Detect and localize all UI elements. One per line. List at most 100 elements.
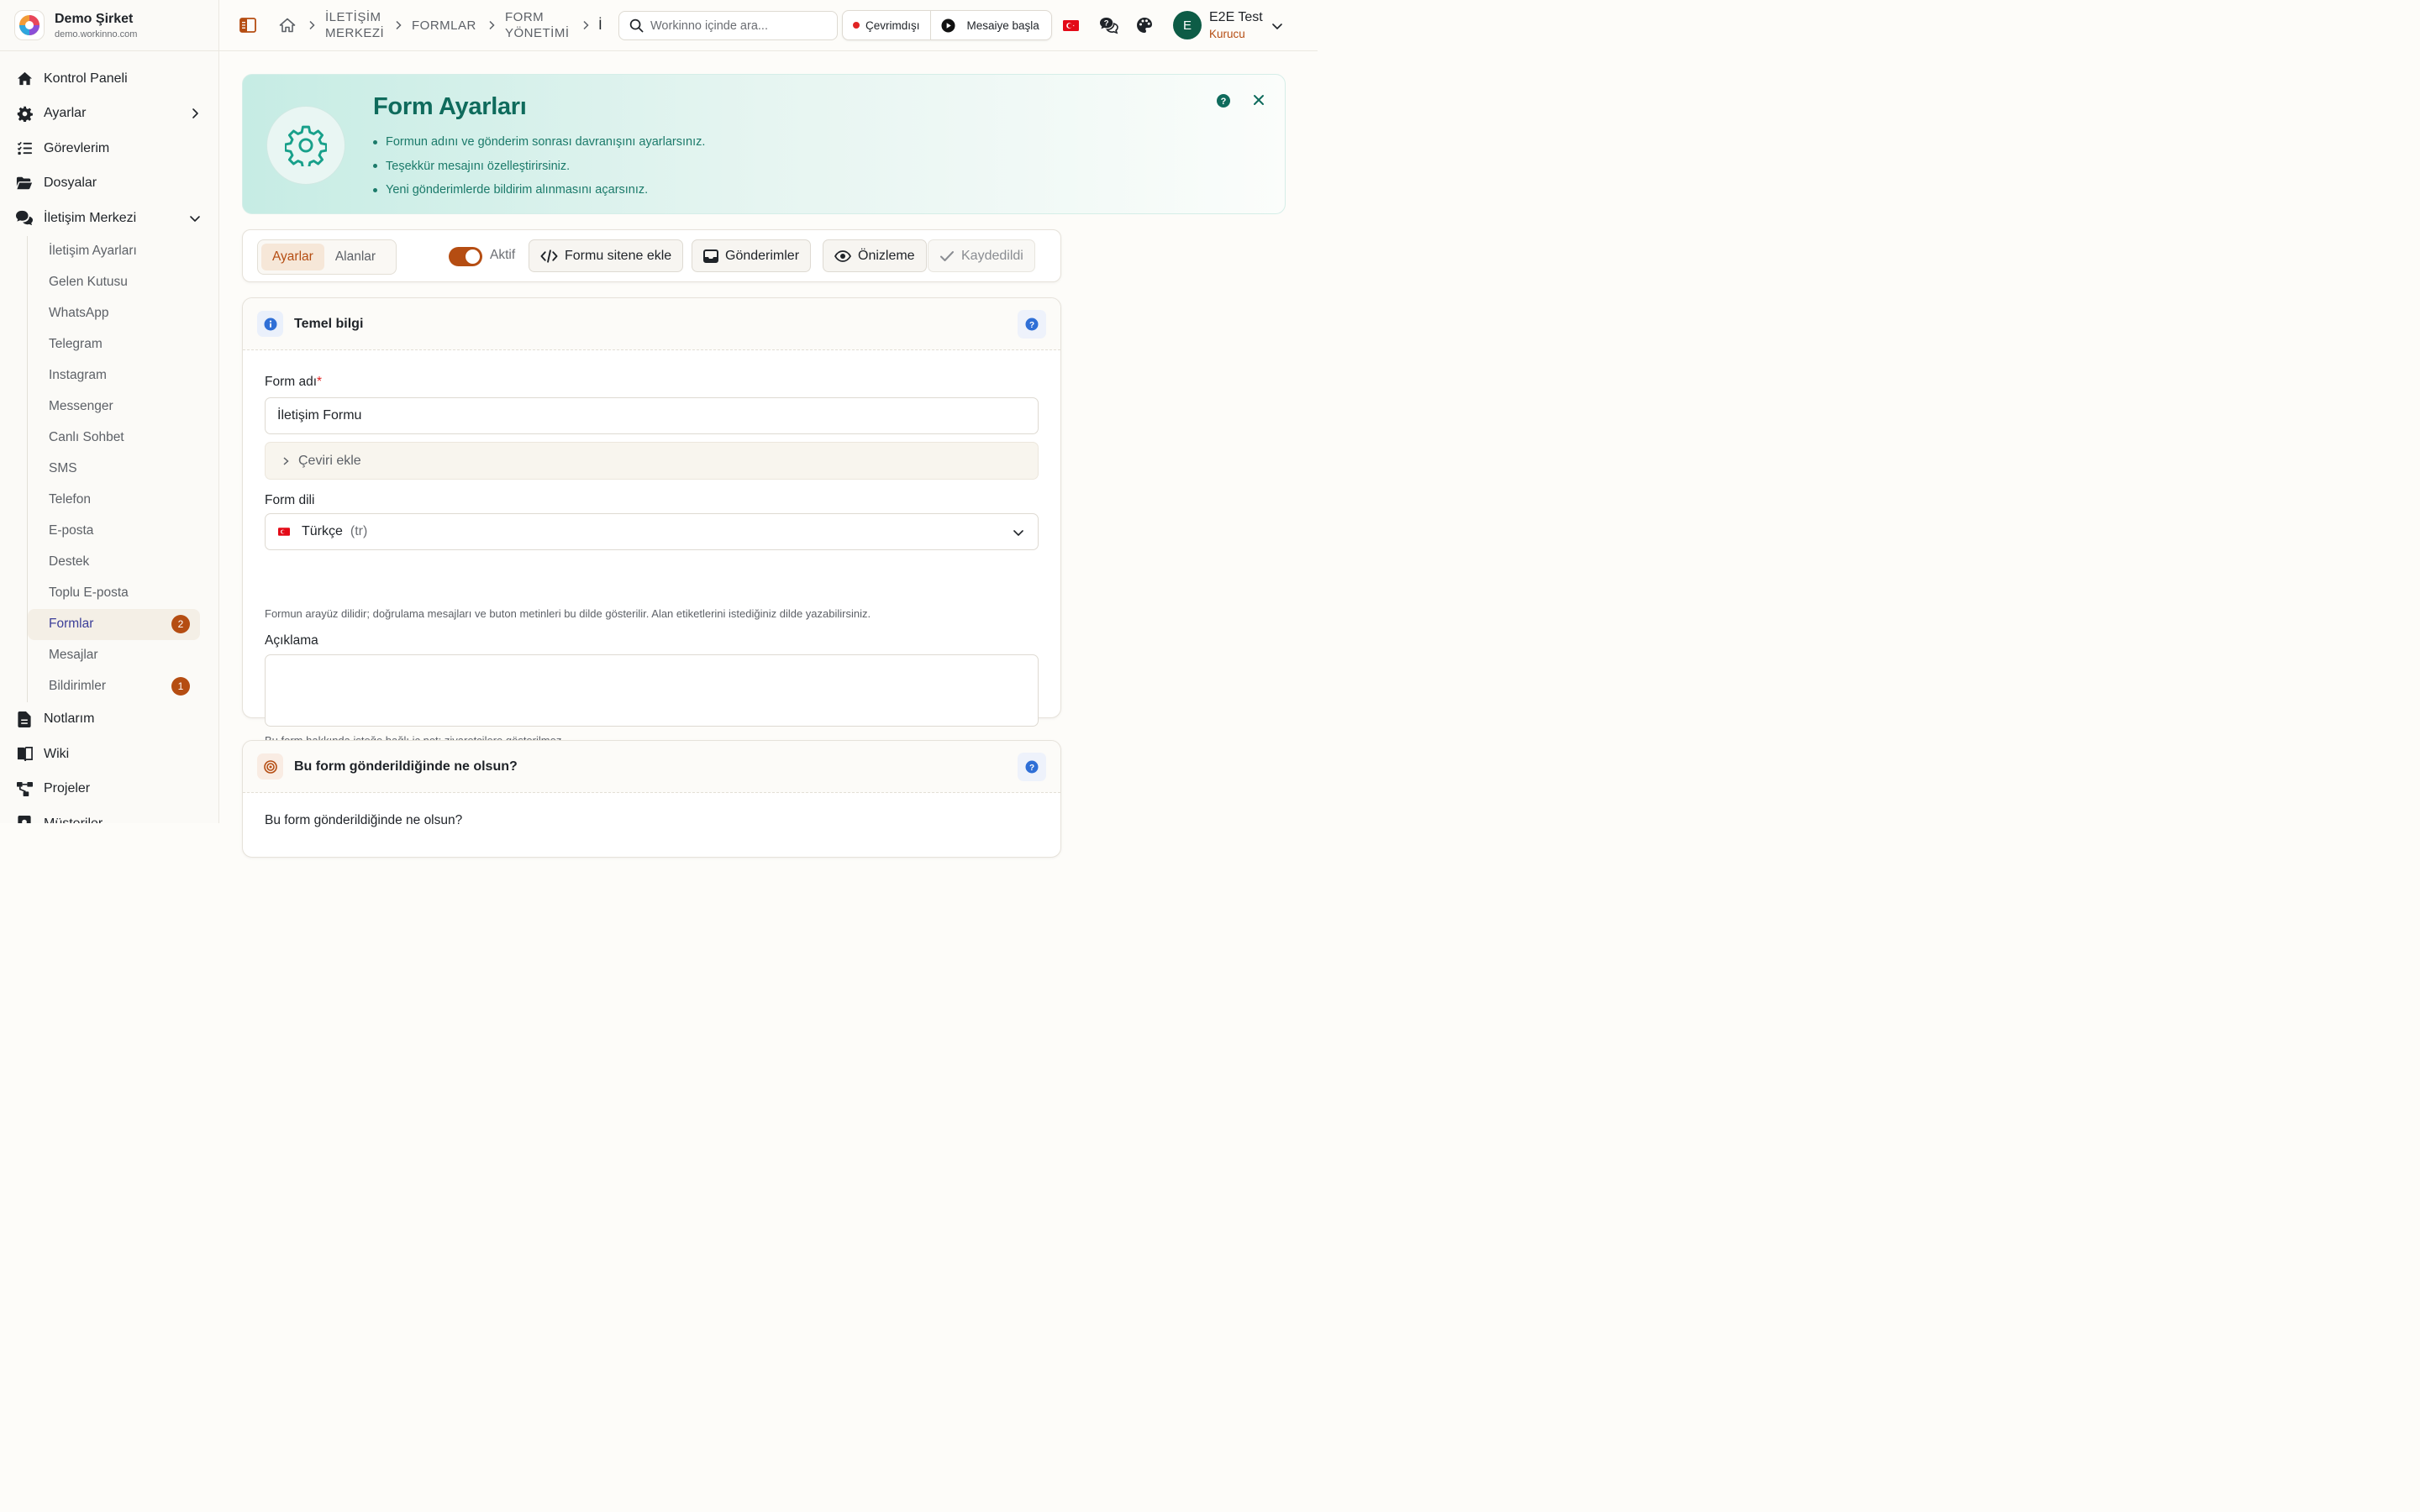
subnav-item-messenger[interactable]: Messenger xyxy=(28,391,200,423)
subnav-item-communication-settings[interactable]: İletişim Ayarları xyxy=(28,236,200,267)
close-icon[interactable] xyxy=(1249,91,1268,109)
subnav-item-email[interactable]: E-posta xyxy=(28,516,200,547)
after-submit-title: Bu form gönderildiğinde ne olsun? xyxy=(294,759,518,774)
sidebar-item-projects[interactable]: Projeler xyxy=(0,772,218,807)
contacts-icon xyxy=(15,815,34,823)
subnav-item-label: Gelen Kutusu xyxy=(49,275,128,289)
sidebar: Demo Şirket demo.workinno.com Kontrol Pa… xyxy=(0,0,219,823)
sidebar-item-tasks[interactable]: Görevlerim xyxy=(0,131,218,166)
form-active-toggle[interactable] xyxy=(449,247,482,266)
form-name-input[interactable]: İletişim Formu xyxy=(265,397,1039,434)
subnav-item-live-chat[interactable]: Canlı Sohbet xyxy=(28,423,200,454)
after-submit-header[interactable]: Bu form gönderildiğinde ne olsun? ? xyxy=(243,741,1060,793)
tab-settings[interactable]: Ayarlar xyxy=(261,244,324,270)
add-translation-label: Çeviri ekle xyxy=(298,453,361,468)
code-icon xyxy=(540,249,558,263)
add-translation-toggle[interactable]: Çeviri ekle xyxy=(265,442,1039,480)
subnav-item-messages[interactable]: Mesajlar xyxy=(28,640,200,671)
basic-info-help-icon[interactable]: ? xyxy=(1018,309,1046,339)
subnav-item-label: Formlar xyxy=(49,617,94,631)
submissions-button[interactable]: Gönderimler xyxy=(692,239,812,272)
preview-button[interactable]: Önizleme xyxy=(823,239,927,272)
subnav-item-bulk-email[interactable]: Toplu E-posta xyxy=(28,578,200,609)
folder-open-icon xyxy=(15,174,34,192)
home-icon xyxy=(15,70,34,88)
sidebar-item-label: Wiki xyxy=(44,746,70,761)
task-list-icon xyxy=(15,139,34,158)
subnav-item-whatsapp[interactable]: WhatsApp xyxy=(28,298,200,329)
subnav-item-notifications[interactable]: Bildirimler 1 xyxy=(28,671,200,702)
subnav-item-support[interactable]: Destek xyxy=(28,547,200,578)
presence-status-button[interactable]: Çevrimdışı xyxy=(843,11,930,39)
breadcrumb-communication-center[interactable]: İLETİŞİM MERKEZİ xyxy=(325,9,384,41)
description-label: Açıklama xyxy=(265,633,318,648)
gear-outline-icon xyxy=(285,124,327,166)
form-tabs: Ayarlar Alanlar xyxy=(257,239,397,275)
search-input[interactable] xyxy=(650,18,818,33)
note-document-icon xyxy=(15,710,34,728)
form-language-code: (tr) xyxy=(350,524,368,538)
sidebar-item-files[interactable]: Dosyalar xyxy=(0,166,218,202)
sidebar-item-wiki[interactable]: Wiki xyxy=(0,737,218,772)
subnav-item-forms[interactable]: Formlar 2 xyxy=(28,608,200,640)
offline-dot-icon xyxy=(853,22,860,29)
hero-bullet: Teşekkür mesajını özelleştirirsiniz. xyxy=(373,155,705,179)
subnav-item-label: Messenger xyxy=(49,399,113,413)
main-content: Form Ayarları Formun adını ve gönderim s… xyxy=(219,51,1318,858)
form-language-select[interactable]: Türkçe (tr) xyxy=(265,513,1039,550)
subnav-item-label: Instagram xyxy=(49,368,107,382)
subnav-item-label: Bildirimler xyxy=(49,679,107,693)
sidebar-item-customers[interactable]: Müşteriler xyxy=(0,806,218,823)
sidebar-item-settings[interactable]: Ayarlar xyxy=(0,97,218,132)
forms-count-badge: 2 xyxy=(171,615,190,633)
breadcrumb-form-management[interactable]: FORM YÖNETİMİ xyxy=(505,9,570,41)
breadcrumb-home-icon[interactable] xyxy=(276,13,299,37)
breadcrumb-separator-icon xyxy=(300,13,324,37)
check-icon xyxy=(939,250,955,262)
subnav-item-telegram[interactable]: Telegram xyxy=(28,329,200,360)
support-chat-icon[interactable]: ? xyxy=(1097,13,1120,37)
play-circle-icon xyxy=(940,18,955,33)
preview-label: Önizleme xyxy=(858,248,915,263)
start-shift-button[interactable]: Mesaiye başla xyxy=(929,11,1050,39)
user-name[interactable]: E2E Test xyxy=(1209,10,1263,25)
sidebar-item-label: Dosyalar xyxy=(44,176,97,191)
chevron-right-icon xyxy=(281,456,291,466)
description-textarea[interactable] xyxy=(265,654,1039,727)
basic-info-header[interactable]: Temel bilgi ? xyxy=(243,298,1060,350)
theme-palette-icon[interactable] xyxy=(1133,13,1156,37)
breadcrumb-forms[interactable]: FORMLAR xyxy=(412,18,476,34)
subnav-item-inbox[interactable]: Gelen Kutusu xyxy=(28,267,200,298)
sidebar-item-label: Müşteriler xyxy=(44,816,202,823)
sidebar-item-dashboard[interactable]: Kontrol Paneli xyxy=(0,61,218,97)
tab-fields[interactable]: Alanlar xyxy=(324,244,387,270)
subnav-item-sms[interactable]: SMS xyxy=(28,454,200,485)
breadcrumb-separator-icon xyxy=(387,13,410,37)
subnav-item-phone[interactable]: Telefon xyxy=(28,485,200,516)
after-submit-card: Bu form gönderildiğinde ne olsun? ? Bu f… xyxy=(242,740,1061,858)
breadcrumb-separator-icon xyxy=(480,13,503,37)
hero-bullet: Formun adını ve gönderim sonrası davranı… xyxy=(373,130,705,155)
required-marker: * xyxy=(317,375,323,389)
subnav-item-label: Destek xyxy=(49,554,90,569)
company-logo-icon xyxy=(14,10,45,40)
after-submit-help-icon[interactable]: ? xyxy=(1018,752,1046,781)
subnav-item-label: E-posta xyxy=(49,523,94,538)
saved-button[interactable]: Kaydedildi xyxy=(928,239,1035,272)
company-name: Demo Şirket xyxy=(55,11,134,26)
sidebar-item-notes[interactable]: Notlarım xyxy=(0,702,218,738)
embed-form-button[interactable]: Formu sitene ekle xyxy=(529,239,684,272)
after-submit-field-label: Bu form gönderildiğinde ne olsun? xyxy=(265,813,463,827)
breadcrumb-current: İ xyxy=(598,17,603,33)
global-search[interactable] xyxy=(618,11,838,40)
sidebar-toggle-icon[interactable] xyxy=(236,13,260,37)
user-menu-chevron-down-icon[interactable] xyxy=(1265,14,1289,38)
help-icon[interactable]: ? xyxy=(1216,93,1231,108)
language-flag-tr-icon[interactable] xyxy=(1059,13,1082,37)
brand[interactable]: Demo Şirket demo.workinno.com xyxy=(0,0,218,51)
subnav-item-instagram[interactable]: Instagram xyxy=(28,360,200,391)
company-domain: demo.workinno.com xyxy=(55,29,138,39)
sidebar-item-communication-center[interactable]: İletişim Merkezi xyxy=(0,201,218,236)
user-avatar[interactable]: E xyxy=(1173,11,1202,39)
info-icon xyxy=(257,311,283,337)
